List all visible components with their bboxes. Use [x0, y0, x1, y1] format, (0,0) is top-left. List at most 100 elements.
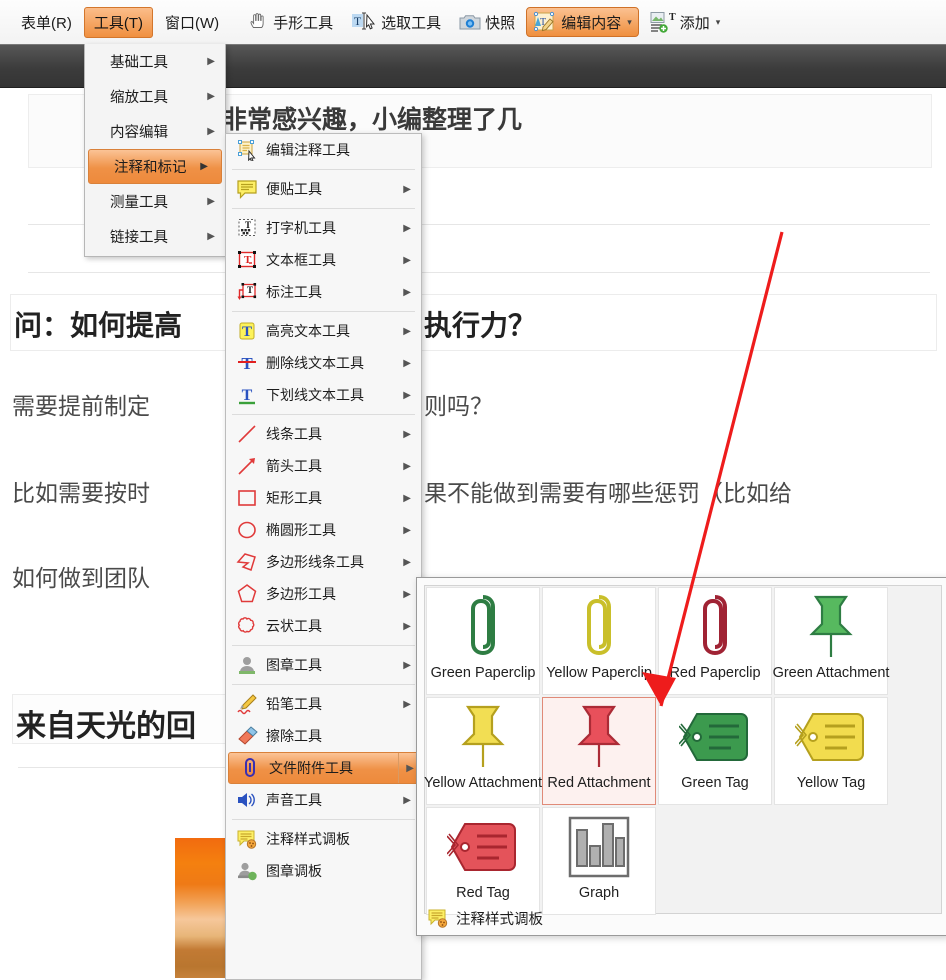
submenu-item-sound[interactable]: 声音工具 ▶: [226, 784, 421, 816]
menu-item-annotate-mark[interactable]: 注释和标记 ▶: [88, 149, 222, 184]
doc-line-1a: 问：如何提高: [14, 309, 183, 342]
pencil-icon: [236, 693, 258, 715]
tag-icon: [447, 808, 519, 886]
attachment-red-paperclip[interactable]: Red Paperclip: [658, 587, 772, 695]
tools-dropdown-menu: 基础工具 ▶ 缩放工具 ▶ 内容编辑 ▶ 注释和标记 ▶ 测量工具 ▶ 链接工具…: [84, 44, 226, 257]
cloud-icon: [236, 615, 258, 637]
edit-content-label: 编辑内容: [561, 14, 622, 32]
menu-window[interactable]: 窗口(W): [155, 7, 229, 38]
submenu-item-polyline[interactable]: 多边形线条工具 ▶: [226, 546, 421, 578]
menu-item-link-tools[interactable]: 链接工具 ▶: [85, 219, 225, 254]
hand-tool[interactable]: 手形工具: [240, 7, 340, 37]
edit-content-icon: T: [533, 11, 557, 33]
submenu-item-sticky-note[interactable]: 便贴工具 ▶: [226, 173, 421, 205]
attachment-label: Red Tag: [456, 885, 510, 901]
attachment-yellow-paperclip[interactable]: Yellow Paperclip: [542, 587, 656, 695]
chevron-right-icon: ▶: [403, 286, 411, 298]
doc-divider-2: [28, 272, 930, 273]
camera-icon: [459, 12, 481, 32]
menu-divider: [232, 684, 415, 685]
submenu-label: 声音工具: [266, 792, 322, 808]
menu-item-zoom-tools[interactable]: 缩放工具 ▶: [85, 79, 225, 114]
menu-divider: [232, 414, 415, 415]
chevron-right-icon: ▶: [403, 620, 411, 632]
submenu-item-eraser[interactable]: 擦除工具: [226, 720, 421, 752]
chevron-right-icon: ▶: [403, 357, 411, 369]
submenu-item-arrow[interactable]: 箭头工具 ▶: [226, 450, 421, 482]
chevron-right-icon: ▶: [403, 428, 411, 440]
submenu-item-line[interactable]: 线条工具 ▶: [226, 418, 421, 450]
menu-item-basic-tools[interactable]: 基础工具 ▶: [85, 44, 225, 79]
submenu-label: 注释样式调板: [266, 831, 350, 847]
submenu-item-edit-annotation[interactable]: 编辑注释工具: [226, 134, 421, 166]
menu-divider: [232, 819, 415, 820]
chevron-right-icon: ▶: [403, 698, 411, 710]
attachment-green-tag[interactable]: Green Tag: [658, 697, 772, 805]
submenu-item-underline-text[interactable]: T 下划线文本工具 ▶: [226, 379, 421, 411]
menu-item-measure-tools[interactable]: 测量工具 ▶: [85, 184, 225, 219]
submenu-label: 下划线文本工具: [266, 387, 364, 403]
submenu-item-pencil[interactable]: 铅笔工具 ▶: [226, 688, 421, 720]
submenu-label: 编辑注释工具: [266, 142, 350, 158]
ellipse-icon: [236, 519, 258, 541]
submenu-item-typewriter[interactable]: T 打字机工具 ▶: [226, 212, 421, 244]
submenu-item-textbox[interactable]: T 文本框工具 ▶: [226, 244, 421, 276]
attachment-red-attachment[interactable]: Red Attachment: [542, 697, 656, 805]
line-icon: [236, 423, 258, 445]
highlight-text-icon: T: [236, 320, 258, 342]
submenu-item-strikeout-text[interactable]: T 删除线文本工具 ▶: [226, 347, 421, 379]
submenu-item-file-attachment[interactable]: 文件附件工具 ▶: [228, 752, 419, 784]
pushpin-icon: [452, 698, 514, 776]
textbox-icon: T: [236, 249, 258, 271]
submenu-item-stamp-palette[interactable]: 图章调板: [226, 855, 421, 887]
svg-text:T: T: [354, 14, 362, 28]
chevron-down-icon[interactable]: ▾: [716, 17, 721, 28]
add-tool[interactable]: T 添加 ▾: [643, 7, 728, 37]
snapshot-tool-label: 快照: [485, 14, 516, 32]
attachment-grid: Green Paperclip Yellow Paperclip Red Pap…: [424, 585, 942, 915]
submenu-item-callout[interactable]: T 标注工具 ▶: [226, 276, 421, 308]
attachment-green-paperclip[interactable]: Green Paperclip: [426, 587, 540, 695]
menu-item-content-edit[interactable]: 内容编辑 ▶: [85, 114, 225, 149]
chevron-down-icon[interactable]: ▾: [627, 17, 632, 28]
submenu-item-rectangle[interactable]: 矩形工具 ▶: [226, 482, 421, 514]
tag-icon: [795, 698, 867, 776]
submenu-item-ellipse[interactable]: 椭圆形工具 ▶: [226, 514, 421, 546]
chevron-right-icon: ▶: [403, 460, 411, 472]
chevron-right-icon: ▶: [403, 588, 411, 600]
file-attachment-icon: [239, 757, 261, 779]
submenu-item-highlight-text[interactable]: T 高亮文本工具 ▶: [226, 315, 421, 347]
menu-label: 缩放工具: [110, 90, 168, 106]
menu-divider: [232, 311, 415, 312]
doc-line-3b: 果不能做到需要有哪些惩罚（比如给: [424, 481, 792, 507]
menu-label: 注释和标记: [114, 160, 187, 176]
typewriter-icon: T: [236, 217, 258, 239]
select-text-icon: T: [351, 11, 377, 33]
submenu-item-annotation-style-palette[interactable]: 注释样式调板: [226, 823, 421, 855]
palette-footer-annotation-style[interactable]: 注释样式调板: [427, 907, 543, 929]
menu-tools[interactable]: 工具(T): [83, 6, 153, 38]
menu-divider: [232, 169, 415, 170]
submenu-item-polygon[interactable]: 多边形工具 ▶: [226, 578, 421, 610]
attachment-graph[interactable]: Graph: [542, 807, 656, 915]
attachment-label: Red Paperclip: [669, 665, 761, 681]
rectangle-icon: [236, 487, 258, 509]
submenu-item-cloud[interactable]: 云状工具 ▶: [226, 610, 421, 642]
snapshot-tool[interactable]: 快照: [452, 8, 522, 37]
edit-content-tool[interactable]: T 编辑内容 ▾: [526, 7, 639, 37]
attachment-yellow-attachment[interactable]: Yellow Attachment: [424, 697, 542, 805]
paperclip-icon: [690, 588, 740, 666]
attachment-green-attachment[interactable]: Green Attachment: [773, 587, 889, 695]
submenu-item-stamp[interactable]: 图章工具 ▶: [226, 649, 421, 681]
eraser-icon: [236, 725, 258, 747]
attachment-red-tag[interactable]: Red Tag: [426, 807, 540, 915]
strikeout-text-icon: T: [236, 352, 258, 374]
submenu-label: 图章调板: [266, 863, 322, 879]
chevron-right-icon: ▶: [403, 389, 411, 401]
menu-form[interactable]: 表单(R): [11, 7, 82, 38]
menubar: 表单(R) 工具(T) 窗口(W) 手形工具 T 选取工具 快照 T 编辑内容 …: [0, 0, 946, 45]
attachment-yellow-tag[interactable]: Yellow Tag: [774, 697, 888, 805]
chevron-right-icon: ▶: [403, 183, 411, 195]
select-tool[interactable]: T 选取工具: [344, 7, 448, 37]
callout-icon: T: [236, 281, 258, 303]
